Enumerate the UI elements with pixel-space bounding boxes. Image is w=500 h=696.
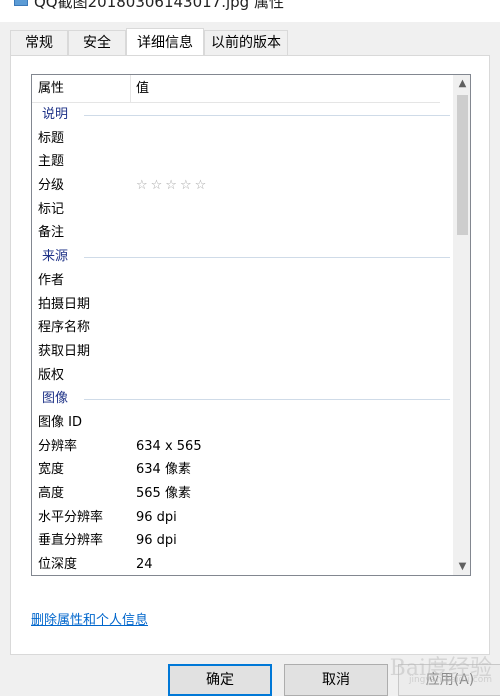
property-row[interactable]: 位深度 24 xyxy=(32,553,456,575)
group-title: 图像 xyxy=(42,391,69,407)
property-name: 高度 xyxy=(38,486,65,501)
property-row[interactable]: 垂直分辨率 96 dpi xyxy=(32,529,456,553)
property-value: 24 xyxy=(136,557,153,573)
scrollbar-thumb[interactable] xyxy=(457,95,468,235)
property-row[interactable]: 分级 ☆☆☆☆☆ xyxy=(32,174,456,198)
property-row[interactable]: 作者 xyxy=(32,269,456,293)
property-name: 主题 xyxy=(38,154,65,170)
property-name: 宽度 xyxy=(38,462,65,478)
property-row[interactable]: 备注 xyxy=(32,221,456,245)
property-name: 拍摄日期 xyxy=(38,296,91,312)
property-row[interactable]: 获取日期 xyxy=(32,340,456,364)
property-row[interactable]: 主题 xyxy=(32,150,456,174)
property-row[interactable]: 图像 ID xyxy=(32,411,456,435)
property-row[interactable]: 程序名称 xyxy=(32,316,456,340)
tab-security[interactable]: 安全 xyxy=(68,30,126,56)
ok-button[interactable]: 确定 xyxy=(168,664,272,696)
group-header: 图像 xyxy=(32,387,456,411)
property-row[interactable]: 高度 565 像素 xyxy=(32,482,456,506)
property-name: 作者 xyxy=(38,272,65,288)
tab-previous-versions[interactable]: 以前的版本 xyxy=(204,30,288,56)
property-row[interactable]: 分辨率 634 x 565 xyxy=(32,435,456,459)
property-value: 634 像素 xyxy=(136,462,191,478)
property-name: 位深度 xyxy=(38,557,78,573)
watermark-url: jingyan.baidu.com xyxy=(408,675,492,685)
properties-list[interactable]: 属性 值 说明标题主题分级 ☆☆☆☆☆ 标记备注来源作者拍摄日期程序名称获取日期版权… xyxy=(31,74,471,576)
image-file-icon xyxy=(14,0,28,6)
property-name: 标记 xyxy=(38,201,65,217)
rating-stars[interactable]: ☆☆☆☆☆ xyxy=(136,174,209,198)
property-row[interactable]: 拍摄日期 xyxy=(32,293,456,317)
title-bar: QQ截图20180306143017.jpg 属性 xyxy=(0,0,500,22)
group-header: 来源 xyxy=(32,245,456,269)
chevron-up-icon[interactable]: ▲ xyxy=(454,75,470,92)
property-name: 获取日期 xyxy=(38,343,91,359)
property-name: 备注 xyxy=(38,225,65,241)
property-row[interactable]: 水平分辨率 96 dpi xyxy=(32,506,456,530)
property-name: 水平分辨率 xyxy=(38,509,104,525)
tab-details[interactable]: 详细信息 xyxy=(126,28,204,55)
remove-properties-link[interactable]: 删除属性和个人信息 xyxy=(31,609,148,628)
property-row[interactable]: 宽度 634 像素 xyxy=(32,458,456,482)
property-name: 图像 ID xyxy=(38,414,82,430)
property-value: 96 dpi xyxy=(136,509,177,525)
list-header: 属性 值 xyxy=(32,75,440,103)
property-row[interactable]: 版权 xyxy=(32,364,456,388)
group-divider xyxy=(84,115,450,116)
details-panel: 属性 值 说明标题主题分级 ☆☆☆☆☆ 标记备注来源作者拍摄日期程序名称获取日期版权… xyxy=(10,55,490,655)
property-row[interactable]: 标题 xyxy=(32,127,456,151)
property-value: 634 x 565 xyxy=(136,438,202,454)
property-name: 标题 xyxy=(38,130,65,146)
vertical-scrollbar[interactable]: ▲ ▼ xyxy=(453,75,470,575)
tab-strip: 常规 安全 详细信息 以前的版本 xyxy=(10,28,490,56)
group-divider xyxy=(84,399,450,401)
property-value: 96 dpi xyxy=(136,533,177,549)
group-divider xyxy=(84,257,450,259)
property-rows: 说明标题主题分级 ☆☆☆☆☆ 标记备注来源作者拍摄日期程序名称获取日期版权图像图像 … xyxy=(32,103,456,575)
property-name: 版权 xyxy=(38,367,65,383)
group-title: 说明 xyxy=(42,107,69,122)
property-name: 分级 xyxy=(38,178,65,194)
property-name: 程序名称 xyxy=(38,320,91,336)
group-header: 说明 xyxy=(32,103,456,127)
window-title: QQ截图20180306143017.jpg 属性 xyxy=(34,0,284,11)
property-name: 分辨率 xyxy=(38,438,78,454)
property-name: 垂直分辨率 xyxy=(38,533,104,549)
property-row[interactable]: 标记 xyxy=(32,198,456,222)
column-header-property[interactable]: 属性 xyxy=(32,75,130,103)
chevron-down-icon[interactable]: ▼ xyxy=(454,558,470,575)
tab-general[interactable]: 常规 xyxy=(10,30,68,56)
property-value: 565 像素 xyxy=(136,486,191,501)
group-title: 来源 xyxy=(42,249,69,265)
column-header-value[interactable]: 值 xyxy=(130,75,430,103)
cancel-button[interactable]: 取消 xyxy=(284,664,388,696)
